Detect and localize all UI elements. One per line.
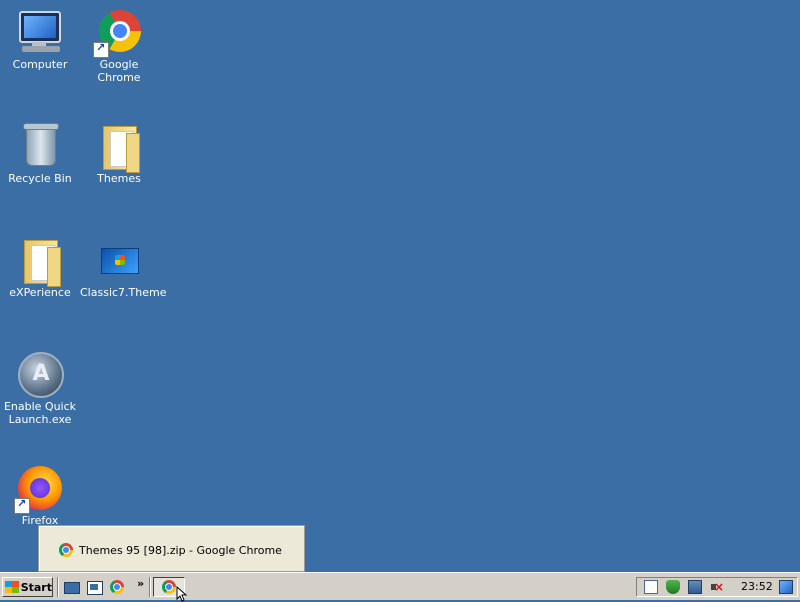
taskbar-group-popup: Themes 95 [98].zip - Google Chrome [38, 525, 305, 572]
desktop-icon-label: eXPerience [9, 286, 71, 299]
chrome-icon [110, 580, 124, 594]
desktop-icon-themes[interactable]: Themes [79, 114, 159, 185]
folder-icon [16, 236, 64, 287]
quick-launch-explorer[interactable] [86, 579, 103, 595]
document-icon[interactable] [644, 580, 658, 594]
security-shield-icon[interactable] [666, 580, 680, 594]
computer-icon [16, 8, 64, 56]
desktop-icon-label: Classic7.Theme [80, 286, 167, 299]
start-label: Start [20, 580, 52, 594]
desktop-icon-label: Google Chrome [97, 58, 141, 84]
desktop-icon-label: Recycle Bin [8, 172, 72, 185]
quick-launch-chevron[interactable]: » [137, 577, 144, 590]
taskbar: Start » 23:52 [0, 572, 800, 600]
desktop-icon-computer[interactable]: Computer [0, 0, 80, 71]
recycle-bin-icon [16, 122, 64, 170]
desktop-icon-firefox[interactable]: Firefox [0, 456, 80, 527]
taskbar-separator [57, 577, 59, 597]
chrome-icon [162, 580, 176, 594]
chrome-icon [93, 8, 143, 58]
windows-logo-icon [5, 581, 19, 593]
system-tray: 23:52 [636, 577, 798, 597]
taskbar-separator [149, 577, 151, 597]
start-button[interactable]: Start [2, 577, 53, 597]
desktop-icon-label: Enable Quick Launch.exe [3, 400, 77, 426]
desktop-icon-enable-quick-launch[interactable]: Enable Quick Launch.exe [0, 342, 80, 426]
quick-launch-show-desktop[interactable] [63, 579, 80, 595]
firefox-icon [14, 464, 64, 514]
network-icon[interactable] [688, 580, 702, 594]
desktop-icon-classic7-theme[interactable]: Classic7.Theme [79, 228, 167, 299]
desktop-icon-google-chrome[interactable]: Google Chrome [79, 0, 159, 84]
show-desktop-icon [64, 582, 80, 594]
desktop-icon-experience[interactable]: eXPerience [0, 228, 80, 299]
desktop-icon-label: Themes [97, 172, 141, 185]
desktop[interactable]: Computer Google Chrome Recycle Bin Theme… [0, 0, 800, 572]
popup-item-chrome-window[interactable]: Themes 95 [98].zip - Google Chrome [59, 543, 282, 557]
popup-item-label: Themes 95 [98].zip - Google Chrome [79, 543, 282, 557]
desktop-icon-recycle-bin[interactable]: Recycle Bin [0, 114, 80, 185]
quick-launch-chrome[interactable] [109, 579, 125, 595]
display-icon[interactable] [779, 580, 793, 594]
shortcut-arrow-icon [14, 497, 30, 514]
clock[interactable]: 23:52 [741, 580, 773, 593]
quick-launch-exe-icon [16, 350, 64, 398]
theme-file-icon [95, 236, 143, 284]
chrome-icon [59, 543, 73, 557]
desktop-icon-label: Computer [12, 58, 68, 71]
shortcut-arrow-icon [93, 41, 109, 58]
explorer-icon [87, 581, 103, 595]
volume-muted-icon[interactable] [710, 580, 724, 594]
folder-icon [95, 122, 143, 173]
